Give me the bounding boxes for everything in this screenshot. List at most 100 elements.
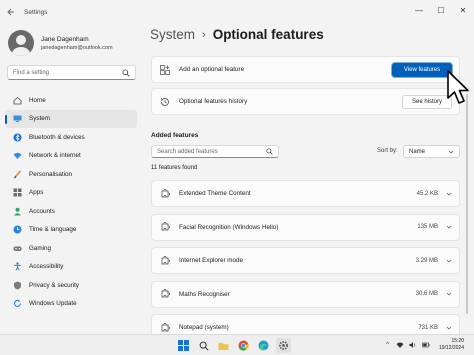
feature-list: Extended Theme Content 45.2 KB Facial Re… bbox=[151, 180, 460, 334]
taskbar-chrome[interactable] bbox=[236, 338, 251, 353]
sidebar-item-label: Privacy & security bbox=[29, 281, 80, 289]
taskbar-settings[interactable] bbox=[276, 338, 291, 353]
gear-icon bbox=[279, 341, 288, 350]
search-icon bbox=[199, 341, 208, 350]
taskbar-search-button[interactable] bbox=[196, 338, 211, 353]
added-features-heading: Added features bbox=[151, 132, 199, 139]
sidebar-item-label: Bluetooth & devices bbox=[29, 133, 85, 141]
sidebar-item-windows-update[interactable]: Windows Update bbox=[5, 295, 137, 314]
arrow-left-icon bbox=[7, 8, 14, 16]
breadcrumb-system[interactable]: System bbox=[150, 27, 195, 42]
sidebar-item-label: Home bbox=[29, 96, 46, 104]
puzzle-icon bbox=[161, 255, 170, 264]
windows-logo-icon bbox=[178, 340, 189, 351]
feature-size: 135 MB bbox=[417, 224, 438, 230]
main-content: System › Optional features Add an option… bbox=[146, 24, 474, 334]
update-icon bbox=[14, 300, 21, 308]
sidebar-item-home[interactable]: Home bbox=[5, 91, 137, 110]
feature-item[interactable]: Facial Recognition (Windows Hello) 135 M… bbox=[151, 213, 460, 241]
sidebar-item-label: Apps bbox=[29, 189, 44, 197]
puzzle-icon bbox=[161, 289, 170, 298]
taskbar-file-explorer[interactable] bbox=[216, 338, 231, 353]
wifi-icon[interactable] bbox=[396, 341, 404, 349]
feature-size: 731 KB bbox=[418, 324, 438, 331]
tray-overflow-button[interactable]: ^ bbox=[386, 342, 389, 348]
sidebar-item-network[interactable]: Network & internet bbox=[5, 147, 137, 166]
shield-icon bbox=[14, 281, 21, 290]
system-monitor-icon bbox=[13, 115, 22, 123]
edge-icon bbox=[258, 340, 269, 351]
user-profile[interactable]: Jane Dagenham janedagenham@outlook.com bbox=[8, 30, 113, 56]
feature-size: 3.29 MB bbox=[415, 257, 438, 264]
feature-item[interactable]: Notepad (system) 731 KB bbox=[151, 314, 460, 334]
clock-date: 19/12/2024 bbox=[438, 345, 464, 351]
sidebar-item-label: Time & language bbox=[29, 226, 77, 234]
sidebar-item-time-language[interactable]: Time & language bbox=[5, 221, 137, 240]
feature-name: Extended Theme Content bbox=[179, 190, 251, 197]
add-feature-icon bbox=[160, 64, 170, 75]
feature-size: 30.6 MB bbox=[415, 291, 438, 297]
brush-icon bbox=[14, 170, 22, 179]
sidebar-item-gaming[interactable]: Gaming bbox=[5, 239, 137, 258]
sidebar-item-privacy[interactable]: Privacy & security bbox=[5, 276, 137, 295]
history-icon bbox=[160, 97, 169, 106]
see-history-button[interactable]: See history bbox=[402, 95, 452, 109]
maximize-button[interactable]: ☐ bbox=[430, 0, 452, 20]
back-button[interactable] bbox=[0, 0, 22, 24]
sidebar-item-bluetooth[interactable]: Bluetooth & devices bbox=[5, 128, 137, 147]
search-icon bbox=[122, 68, 130, 77]
gamepad-icon bbox=[13, 246, 22, 251]
profile-name: Jane Dagenham bbox=[41, 35, 89, 43]
feature-name: Internet Explorer mode bbox=[179, 257, 244, 264]
puzzle-icon bbox=[161, 188, 170, 197]
nav-list: Home System Bluetooth & devices Network … bbox=[5, 91, 137, 313]
mouse-cursor-icon bbox=[447, 70, 469, 104]
volume-icon[interactable] bbox=[409, 341, 417, 349]
view-features-button[interactable]: View features bbox=[392, 63, 452, 77]
sidebar: Jane Dagenham janedagenham@outlook.com F… bbox=[0, 24, 146, 334]
sidebar-item-label: Network & internet bbox=[29, 152, 81, 160]
chevron-down-icon bbox=[446, 326, 452, 329]
globe-clock-icon bbox=[13, 225, 22, 234]
breadcrumb-separator: › bbox=[202, 28, 206, 41]
taskbar-apps bbox=[176, 338, 296, 353]
search-added-placeholder: Search added features bbox=[157, 148, 218, 155]
feature-item[interactable]: Maths Recogniser 30.6 MB bbox=[151, 280, 460, 308]
sidebar-item-apps[interactable]: Apps bbox=[5, 184, 137, 203]
accessibility-icon bbox=[14, 262, 21, 271]
sidebar-item-accounts[interactable]: Accounts bbox=[5, 202, 137, 221]
chevron-down-icon bbox=[446, 259, 452, 262]
window-controls: — ☐ ✕ bbox=[408, 0, 474, 24]
taskbar: ^ 15:20 19/12/2024 bbox=[0, 334, 474, 355]
folder-icon bbox=[218, 342, 229, 350]
scrollbar[interactable] bbox=[466, 94, 468, 314]
find-setting-input[interactable]: Find a setting bbox=[7, 65, 136, 80]
sidebar-item-system[interactable]: System bbox=[5, 109, 137, 128]
system-tray: ^ 15:20 19/12/2024 bbox=[386, 338, 464, 352]
sidebar-item-personalisation[interactable]: Personalisation bbox=[5, 165, 137, 184]
sort-by-select[interactable]: Name bbox=[403, 145, 460, 158]
start-button[interactable] bbox=[176, 338, 191, 353]
feature-item[interactable]: Internet Explorer mode 3.29 MB bbox=[151, 247, 460, 274]
page-title: Optional features bbox=[212, 27, 324, 42]
feature-item[interactable]: Extended Theme Content 45.2 KB bbox=[151, 180, 460, 207]
taskbar-edge[interactable] bbox=[256, 338, 271, 353]
chrome-icon bbox=[238, 340, 249, 351]
sidebar-item-accessibility[interactable]: Accessibility bbox=[5, 258, 137, 277]
sidebar-item-label: Personalisation bbox=[29, 170, 73, 178]
clock-time: 15:20 bbox=[451, 338, 464, 344]
chevron-down-icon bbox=[448, 150, 454, 153]
close-button[interactable]: ✕ bbox=[452, 0, 474, 20]
minimize-button[interactable]: — bbox=[408, 0, 430, 20]
chevron-down-icon bbox=[446, 225, 452, 229]
clock[interactable]: 15:20 19/12/2024 bbox=[439, 338, 464, 352]
feature-size: 45.2 KB bbox=[416, 190, 438, 197]
breadcrumb: System › Optional features bbox=[150, 27, 324, 42]
app-title: Settings bbox=[24, 8, 48, 16]
sort-value: Name bbox=[409, 148, 426, 155]
chevron-down-icon bbox=[446, 192, 452, 195]
history-card: Optional features history See history bbox=[151, 88, 460, 115]
battery-icon[interactable] bbox=[422, 341, 430, 349]
search-added-features-input[interactable]: Search added features bbox=[151, 145, 279, 158]
avatar bbox=[8, 30, 34, 56]
